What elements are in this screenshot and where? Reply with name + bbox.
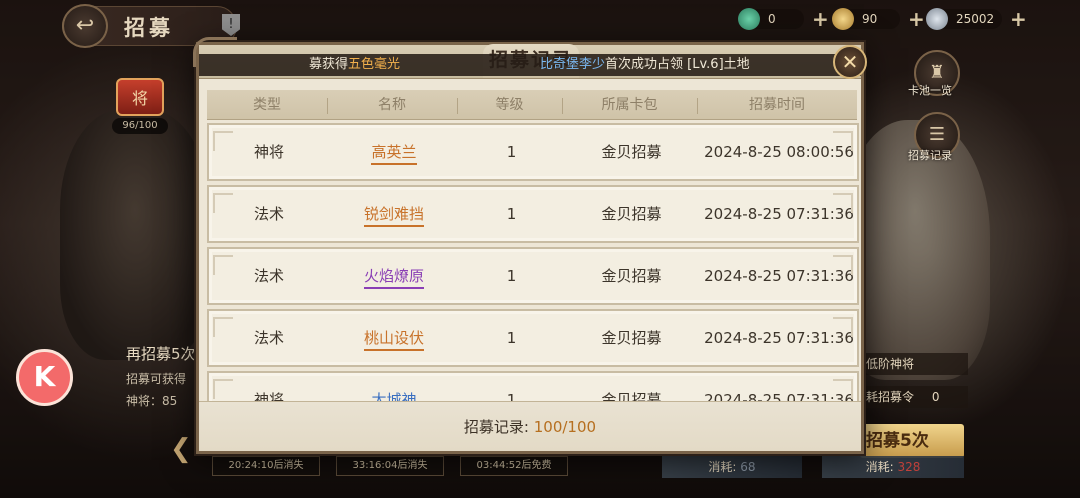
cell-time: 2024-8-25 07:31:36 (704, 205, 854, 223)
back-button[interactable]: ↩ (62, 4, 108, 48)
add-gold-button[interactable]: + (908, 7, 925, 31)
cell-time: 2024-8-25 07:31:36 (704, 267, 854, 285)
cell-pack: 金贝招募 (601, 329, 662, 347)
consume-value: 68 (740, 460, 756, 474)
consume-token-label: 耗招募令 0 (862, 386, 968, 408)
timer-3: 03:44:52后免费 (460, 456, 568, 476)
add-jade-button[interactable]: + (812, 7, 829, 31)
cell-type: 法术 (253, 329, 284, 347)
add-silver-button[interactable]: + (1010, 7, 1027, 31)
consume-value: 328 (897, 460, 921, 474)
table-row: 法术 锐剑难挡 1 金贝招募 2024-8-25 07:31:36 (207, 185, 859, 243)
spell-name-link[interactable]: 桃山设伏 (363, 329, 424, 351)
app-logo-icon[interactable]: K (16, 349, 73, 406)
marquee-player: 比奇堡李少 (540, 57, 606, 72)
cell-type: 法术 (253, 267, 284, 285)
recruit-record-dialog: 招募记录 募获得五色毫光比奇堡李少首次成功占领 [Lv.6]土地 ✕ 类型 名称… (193, 37, 867, 454)
hero-name-link[interactable]: 高英兰 (371, 143, 417, 165)
recruit-5-button[interactable]: 招募5次 (860, 424, 964, 458)
currency-gold: 90 + (832, 7, 925, 31)
prev-arrow-icon[interactable]: ❮ (170, 434, 192, 464)
cell-level: 1 (506, 267, 517, 285)
cell-name[interactable]: 锐剑难挡 (329, 187, 459, 241)
gold-shell-icon (832, 8, 854, 30)
consume-label: 消耗: (708, 460, 737, 474)
column-header-time: 招募时间 (749, 97, 805, 113)
column-header-type: 类型 (253, 97, 281, 113)
consume-label: 消耗: (865, 460, 894, 474)
recruit-again-text: 再招募5次 (126, 345, 196, 363)
cell-level: 1 (506, 143, 517, 161)
scroll-icon: ☰ (928, 124, 946, 145)
record-footer: 招募记录: 100/100 (199, 401, 861, 451)
helmet-icon: ♜ (928, 62, 946, 83)
card-pool-label: 卡池一览 (908, 84, 952, 97)
low-tier-label: 低阶神将 (862, 353, 968, 375)
page-title: 招募 (124, 15, 174, 40)
recruit-record-label: 招募记录 (908, 149, 952, 162)
close-icon: ✕ (841, 50, 859, 74)
table-row: 神将 高英兰 1 金贝招募 2024-8-25 08:00:56 (207, 123, 859, 181)
spell-name-link[interactable]: 火焰燎原 (363, 267, 424, 289)
footer-label: 招募记录: (463, 418, 529, 436)
close-button[interactable]: ✕ (833, 45, 867, 79)
timer-1: 20:24:10后消失 (212, 456, 320, 476)
consume-token-text: 耗招募令 (866, 390, 915, 404)
table-header: 类型 名称 等级 所属卡包 招募时间 (207, 90, 857, 120)
silver-shell-icon (926, 8, 948, 30)
record-list[interactable]: 神将 高英兰 1 金贝招募 2024-8-25 08:00:56 法术 锐剑难挡… (207, 123, 859, 405)
timer-2: 33:16:04后消失 (336, 456, 444, 476)
consume-token-value: 0 (931, 390, 940, 404)
column-header-name: 名称 (378, 97, 406, 113)
cell-type: 法术 (253, 205, 284, 223)
cell-pack: 金贝招募 (601, 143, 662, 161)
table-row: 法术 桃山设伏 1 金贝招募 2024-8-25 07:31:36 (207, 309, 859, 367)
marquee-highlight: 五色毫光 (348, 57, 401, 72)
cell-name[interactable]: 高英兰 (329, 125, 459, 179)
shenjiang-count: 神将：85 (126, 394, 178, 408)
cell-time: 2024-8-25 08:00:56 (704, 143, 854, 161)
consume-cost-1: 消耗: 68 (662, 456, 802, 478)
column-header-pack: 所属卡包 (601, 97, 658, 113)
recruit-hint-text: 招募可获得 (126, 372, 187, 386)
jade-icon (738, 8, 760, 30)
table-row: 神将 太城神 1 金贝招募 2024-8-25 07:31:36 (207, 371, 859, 405)
back-arrow-icon: ↩ (75, 13, 95, 38)
footer-count: 100/100 (533, 418, 597, 436)
cell-name[interactable]: 火焰燎原 (329, 249, 459, 303)
consume-cost-2: 消耗: 328 (822, 456, 964, 478)
currency-jade: 0 + (738, 7, 829, 31)
cell-name[interactable]: 桃山设伏 (329, 311, 459, 365)
card-count: 96/100 (112, 118, 168, 134)
cell-pack: 金贝招募 (601, 205, 662, 223)
card-badge[interactable]: 将 (116, 78, 164, 116)
cell-level: 1 (506, 329, 517, 347)
table-row: 法术 火焰燎原 1 金贝招募 2024-8-25 07:31:36 (207, 247, 859, 305)
cell-pack: 金贝招募 (601, 267, 662, 285)
marquee-broadcast: 募获得五色毫光 比奇堡李少首次成功占领 [Lv.6]土地 (199, 54, 861, 76)
spell-name-link[interactable]: 锐剑难挡 (363, 205, 424, 227)
currency-silver: 25002 + (926, 7, 1027, 31)
low-tier-text: 低阶神将 (866, 357, 915, 371)
cell-type: 神将 (253, 143, 284, 161)
marquee-text: 募获得 (309, 57, 349, 72)
cell-level: 1 (506, 205, 517, 223)
marquee-text: 首次成功占领 [Lv.6]土地 (605, 57, 750, 72)
cell-time: 2024-8-25 07:31:36 (704, 329, 854, 347)
column-header-level: 等级 (495, 97, 524, 113)
